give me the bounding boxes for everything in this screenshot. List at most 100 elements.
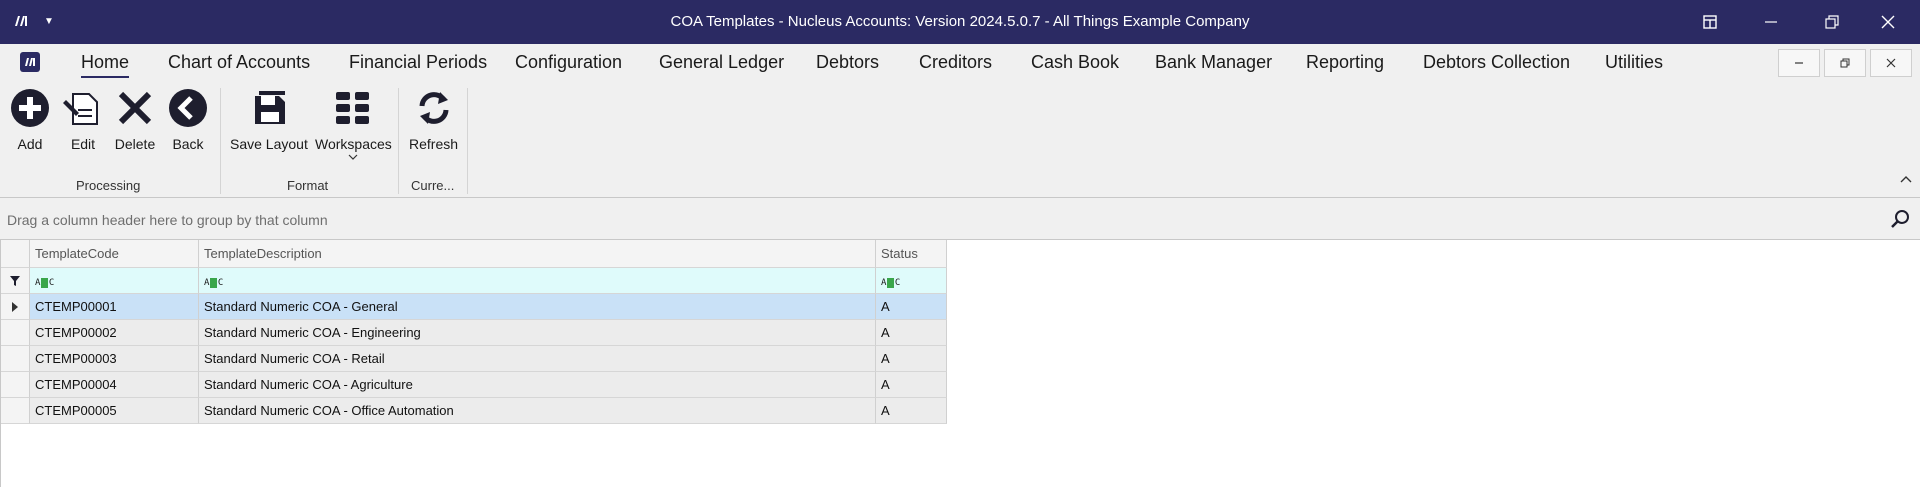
tab-chart-of-accounts[interactable]: Chart of Accounts — [168, 52, 310, 73]
filter-indicator — [1, 268, 30, 294]
close-icon — [1881, 15, 1895, 29]
tab-creditors[interactable]: Creditors — [919, 52, 992, 73]
collapse-ribbon-button[interactable] — [1900, 172, 1912, 186]
add-button[interactable]: Add — [8, 86, 52, 152]
chevron-down-icon — [348, 154, 358, 160]
cell-templatedescription[interactable]: Standard Numeric COA - General — [199, 294, 876, 320]
tab-bank-manager[interactable]: Bank Manager — [1155, 52, 1272, 73]
cell-templatecode[interactable]: CTEMP00002 — [30, 320, 199, 346]
refresh-icon — [419, 92, 449, 124]
cell-templatecode[interactable]: CTEMP00003 — [30, 346, 199, 372]
cell-templatecode[interactable]: CTEMP00005 — [30, 398, 199, 424]
tab-general-ledger[interactable]: General Ledger — [659, 52, 784, 73]
tab-utilities[interactable]: Utilities — [1605, 52, 1663, 73]
restore-icon — [1840, 58, 1850, 68]
close-button[interactable] — [1858, 0, 1918, 44]
refresh-button[interactable]: Refresh — [409, 86, 458, 152]
window-title: COA Templates - Nucleus Accounts: Versio… — [670, 13, 1250, 30]
mdi-close-button[interactable] — [1870, 49, 1912, 77]
filter-icon — [10, 275, 20, 286]
group-by-panel[interactable]: Drag a column header here to group by th… — [0, 198, 1920, 240]
group-by-hint: Drag a column header here to group by th… — [7, 212, 328, 228]
text-filter-icon: AC — [881, 277, 900, 288]
row-indicator — [1, 398, 30, 424]
cell-templatedescription[interactable]: Standard Numeric COA - Retail — [199, 346, 876, 372]
group-label-currency: Curre... — [411, 178, 455, 193]
save-layout-icon — [254, 91, 285, 124]
ribbon-tab-bar: Home Chart of Accounts Financial Periods… — [0, 44, 1920, 82]
tab-financial-periods[interactable]: Financial Periods — [349, 52, 487, 73]
save-layout-button[interactable]: Save Layout — [230, 86, 308, 152]
row-indicator — [1, 294, 30, 320]
title-bar: ▼ COA Templates - Nucleus Accounts: Vers… — [0, 0, 1920, 44]
row-indicator — [1, 372, 30, 398]
restore-button[interactable] — [1802, 0, 1862, 44]
filter-cell-templatedescription[interactable]: AC — [199, 268, 876, 294]
delete-button[interactable]: Delete — [113, 86, 157, 152]
back-icon — [169, 89, 207, 127]
application-menu-button[interactable] — [20, 52, 40, 72]
edit-button[interactable]: Edit — [61, 86, 105, 152]
ribbon-display-icon — [1703, 15, 1717, 29]
search-button[interactable] — [1890, 209, 1910, 234]
cell-status[interactable]: A — [876, 294, 947, 320]
add-label: Add — [17, 136, 43, 152]
refresh-label: Refresh — [409, 136, 459, 152]
workspaces-label: Workspaces — [315, 136, 392, 152]
restore-icon — [1825, 15, 1839, 29]
templates-grid: TemplateCode TemplateDescription Status … — [0, 240, 1920, 487]
back-button[interactable]: Back — [166, 86, 210, 152]
tab-configuration[interactable]: Configuration — [515, 52, 622, 73]
cell-templatecode[interactable]: CTEMP00001 — [30, 294, 199, 320]
cell-templatecode[interactable]: CTEMP00004 — [30, 372, 199, 398]
chevron-up-icon — [1900, 176, 1912, 183]
ribbon-display-button[interactable] — [1680, 0, 1740, 44]
header-indicator-cell — [1, 240, 30, 268]
text-filter-icon: AC — [35, 277, 54, 288]
tab-cash-book[interactable]: Cash Book — [1031, 52, 1119, 73]
mdi-restore-button[interactable] — [1824, 49, 1866, 77]
workspaces-icon — [336, 92, 370, 124]
row-indicator — [1, 320, 30, 346]
delete-label: Delete — [114, 136, 156, 152]
search-icon — [1891, 210, 1909, 228]
back-label: Back — [172, 136, 204, 152]
text-filter-icon: AC — [204, 277, 223, 288]
ribbon-panel: Add Edit Delete Back Processing Save Lay… — [0, 82, 1920, 198]
minimize-icon — [1795, 62, 1803, 64]
minimize-button[interactable] — [1741, 0, 1801, 44]
close-icon — [1886, 58, 1896, 68]
save-layout-label: Save Layout — [230, 136, 308, 152]
edit-label: Edit — [70, 136, 96, 152]
column-header-status[interactable]: Status — [876, 240, 947, 268]
tab-debtors[interactable]: Debtors — [816, 52, 879, 73]
row-indicator — [1, 346, 30, 372]
cell-templatedescription[interactable]: Standard Numeric COA - Agriculture — [199, 372, 876, 398]
group-label-processing: Processing — [76, 178, 141, 193]
group-separator — [220, 88, 221, 194]
column-header-templatedescription[interactable]: TemplateDescription — [199, 240, 876, 268]
cell-status[interactable]: A — [876, 372, 947, 398]
tab-reporting[interactable]: Reporting — [1306, 52, 1384, 73]
group-label-format: Format — [287, 178, 329, 193]
cell-templatedescription[interactable]: Standard Numeric COA - Office Automation — [199, 398, 876, 424]
mdi-minimize-button[interactable] — [1778, 49, 1820, 77]
minimize-icon — [1765, 21, 1777, 23]
cell-status[interactable]: A — [876, 346, 947, 372]
workspaces-button[interactable]: Workspaces — [315, 86, 392, 160]
group-separator — [467, 88, 468, 194]
cell-status[interactable]: A — [876, 398, 947, 424]
edit-icon — [63, 93, 98, 125]
tab-debtors-collection[interactable]: Debtors Collection — [1423, 52, 1570, 73]
cell-status[interactable]: A — [876, 320, 947, 346]
add-icon — [11, 89, 49, 127]
filter-cell-templatecode[interactable]: AC — [30, 268, 199, 294]
cell-templatedescription[interactable]: Standard Numeric COA - Engineering — [199, 320, 876, 346]
filter-cell-status[interactable]: AC — [876, 268, 947, 294]
tab-home[interactable]: Home — [81, 52, 130, 78]
app-menu-icon — [25, 58, 35, 66]
group-separator — [398, 88, 399, 194]
delete-icon — [118, 91, 152, 125]
current-row-arrow-icon — [12, 301, 18, 312]
column-header-templatecode[interactable]: TemplateCode — [30, 240, 199, 268]
